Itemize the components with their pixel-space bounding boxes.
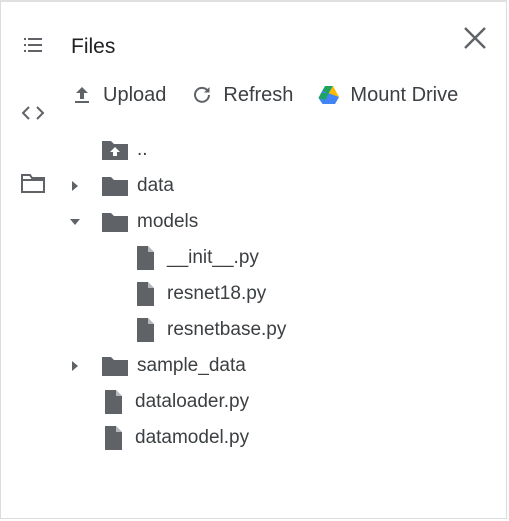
file-icon (99, 389, 127, 415)
tree-item-init-py[interactable]: __init__.py (131, 242, 259, 274)
list-icon (21, 33, 45, 62)
file-icon (99, 425, 127, 451)
code-snippets-button[interactable] (17, 99, 49, 131)
close-icon (463, 26, 487, 55)
caret-down-icon[interactable] (67, 214, 83, 230)
file-icon (131, 317, 159, 343)
files-button[interactable] (17, 169, 49, 201)
tree-item-label: resnetbase.py (167, 319, 287, 340)
folder-outline-icon (20, 172, 46, 199)
folder-up-icon (101, 137, 129, 163)
tree-item-label: resnet18.py (167, 283, 267, 304)
mount-drive-label: Mount Drive (350, 83, 459, 106)
table-of-contents-button[interactable] (17, 31, 49, 63)
tree-item-resnet18-py[interactable]: resnet18.py (131, 278, 266, 310)
folder-icon (101, 173, 129, 199)
tree-item-label: models (137, 211, 199, 232)
mount-drive-button[interactable]: Mount Drive (318, 84, 458, 107)
folder-icon (101, 209, 129, 235)
close-button[interactable] (459, 24, 491, 56)
tree-item-dataloader-py[interactable]: dataloader.py (99, 386, 249, 418)
caret-right-icon[interactable] (67, 358, 83, 374)
upload-label: Upload (103, 83, 167, 106)
tree-item-label: __init__.py (167, 247, 259, 268)
tree-item-label: data (137, 175, 174, 196)
files-panel: Files Upload Refresh Mount Drive .. data… (0, 0, 507, 519)
tree-item-datamodel-py[interactable]: datamodel.py (99, 422, 249, 454)
panel-title: Files (71, 35, 116, 58)
parent-directory-row[interactable]: .. (101, 134, 148, 166)
parent-directory-label: .. (137, 139, 148, 160)
upload-button[interactable]: Upload (71, 84, 166, 107)
tree-item-sample-data[interactable]: sample_data (67, 350, 246, 382)
tree-item-models[interactable]: models (67, 206, 198, 238)
tree-item-data[interactable]: data (67, 170, 174, 202)
refresh-icon (191, 84, 213, 106)
folder-icon (101, 353, 129, 379)
code-icon (20, 101, 46, 130)
file-icon (131, 245, 159, 271)
caret-right-icon[interactable] (67, 178, 83, 194)
files-toolbar: Upload Refresh Mount Drive (71, 80, 483, 110)
tree-item-label: datamodel.py (135, 427, 250, 448)
refresh-label: Refresh (223, 83, 294, 106)
tree-item-label: dataloader.py (135, 391, 250, 412)
google-drive-icon (318, 84, 340, 106)
left-rail (1, 2, 65, 518)
upload-icon (71, 84, 93, 106)
tree-item-label: sample_data (137, 355, 246, 376)
refresh-button[interactable]: Refresh (191, 84, 293, 107)
file-icon (131, 281, 159, 307)
tree-item-resnetbase-py[interactable]: resnetbase.py (131, 314, 286, 346)
